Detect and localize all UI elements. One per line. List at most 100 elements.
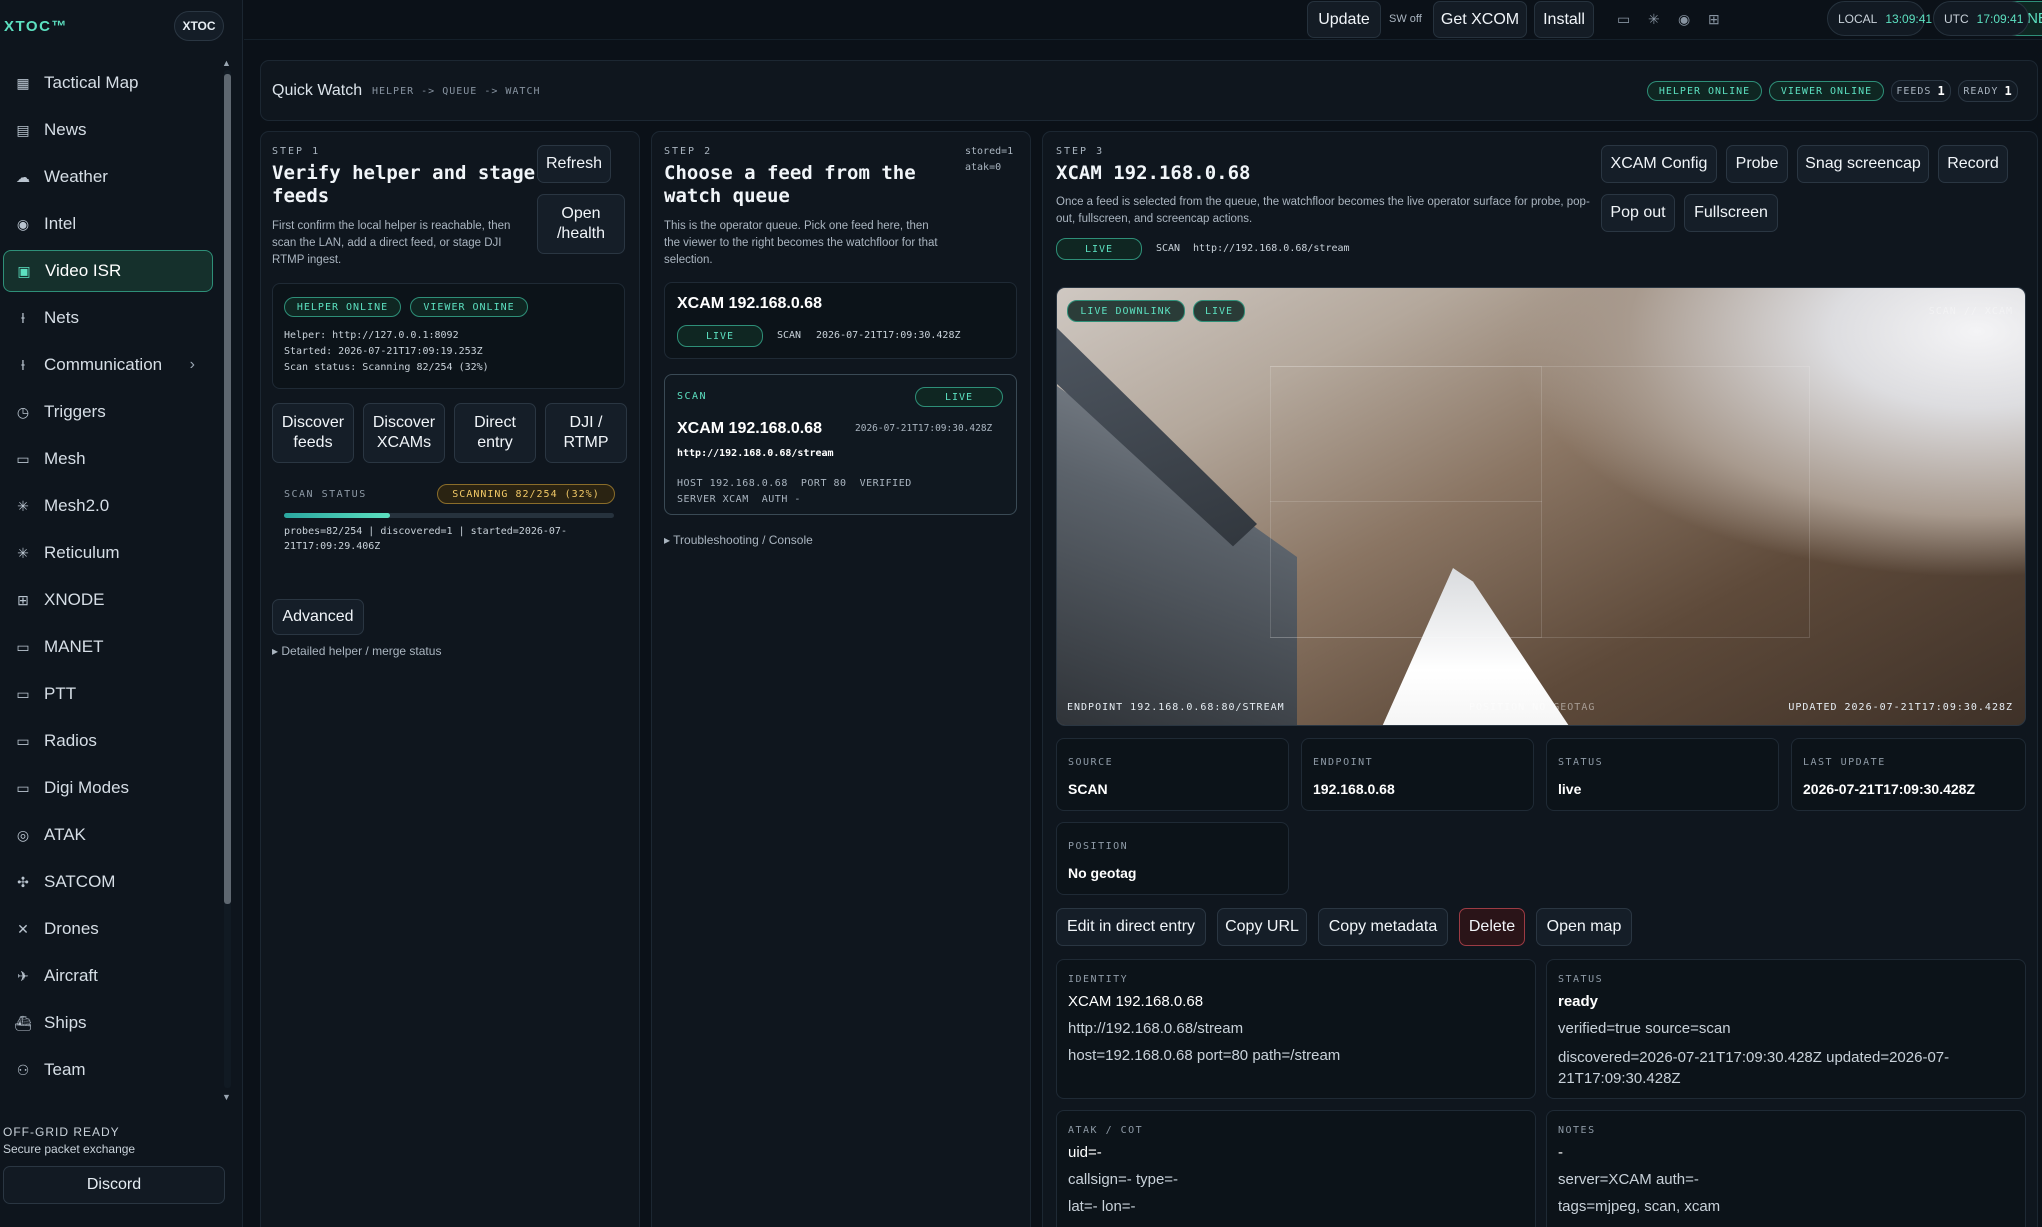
sidebar-item-drones[interactable]: ✕ Drones [3,908,213,950]
refresh-button[interactable]: Refresh [537,145,611,183]
feed-url: http://192.168.0.68/stream [1193,243,1350,254]
scan-status-label: SCAN STATUS [284,489,367,500]
sidebar-item-label: Mesh2.0 [44,496,110,515]
status-discovered: discovered=2026-07-21T17:09:30.428Z upda… [1558,1049,1950,1087]
direct-entry-button[interactable]: Direct entry [454,403,536,463]
probe-button[interactable]: Probe [1726,145,1788,183]
xcam-config-button[interactable]: XCAM Config [1601,145,1717,183]
sidebar-item-label: Ships [44,1013,87,1032]
identity-label: IDENTITY [1068,974,1129,985]
video-updated-label: UPDATED 2026-07-21T17:09:30.428Z [1788,702,2013,713]
local-clock-time: 13:09:41 [1885,11,1933,26]
position-stat: POSITION No geotag [1056,822,1289,895]
sidebar-scrollbar[interactable]: ▲ ▼ [221,58,233,1104]
helper-started: Started: 2026-07-21T17:09:19.253Z [284,346,483,357]
notes-server: server=XCAM auth=- [1558,1171,1699,1188]
sidebar-item-reticulum[interactable]: ✳ Reticulum [3,532,213,574]
chip-icon[interactable]: ⊞ [1708,11,1720,28]
get-xcom-button[interactable]: Get XCOM [1433,1,1527,38]
feed-card-live-badge: LIVE [915,387,1003,407]
scrollbar-thumb[interactable] [224,74,231,904]
sidebar-item-news[interactable]: ▤ News [3,109,213,151]
identity-panel: IDENTITY XCAM 192.168.0.68 http://192.16… [1056,959,1536,1099]
sidebar-item-radios[interactable]: ▭ Radios [3,720,213,762]
eye-icon[interactable]: ◉ [1678,11,1690,28]
sidebar-item-video-isr[interactable]: ▣ Video ISR [3,250,213,292]
asterisk-icon[interactable]: ✳ [1648,11,1660,28]
status-stat: STATUS live [1546,738,1779,811]
users-icon: ⚇ [16,1061,30,1078]
snag-screencap-button[interactable]: Snag screencap [1797,145,1929,183]
queue-summary[interactable]: XCAM 192.168.0.68 LIVE SCAN 2026-07-21T1… [664,282,1017,359]
feed-card[interactable]: SCAN LIVE XCAM 192.168.0.68 2026-07-21T1… [664,374,1017,515]
map-icon: ▦ [16,74,30,91]
sidebar-item-triggers[interactable]: ◷ Triggers [3,391,213,433]
copy-url-button[interactable]: Copy URL [1217,908,1307,946]
sidebar-item-mesh2-0[interactable]: ✳ Mesh2.0 [3,485,213,527]
atak-panel: ATAK / COT uid=- callsign=- type=- lat=-… [1056,1110,1536,1227]
update-button[interactable]: Update [1307,1,1381,38]
sidebar-item-label: Digi Modes [44,778,130,797]
sidebar-item-intel[interactable]: ◉ Intel [3,203,213,245]
sidebar-item-tactical-map[interactable]: ▦ Tactical Map [3,62,213,104]
sidebar-item-team[interactable]: ⚇ Team [3,1049,213,1091]
sidebar-item-atak[interactable]: ◎ ATAK [3,814,213,856]
atak-label: ATAK / COT [1068,1125,1144,1136]
open-map-button[interactable]: Open map [1536,908,1632,946]
helper-online-badge: HELPER ONLINE [1647,81,1762,101]
sidebar: XTOC™ XTOC ▦ Tactical Map ▤ News ☁ Weather ◉ In… [0,0,243,1227]
edit-direct-entry-button[interactable]: Edit in direct entry [1056,908,1206,946]
position-stat-value: No geotag [1068,865,1137,881]
sidebar-item-ships[interactable]: ⛴ Ships [3,1002,213,1044]
weather-icon: ☁ [16,168,30,185]
scroll-up-icon[interactable]: ▲ [222,58,231,68]
ship-icon: ⛴ [14,1014,32,1031]
sidebar-item-label: ATAK [44,825,86,844]
step2-heading: Choose a feed from the watch queue [664,162,916,207]
sidebar-item-label: Team [44,1060,86,1079]
delete-button[interactable]: Delete [1459,908,1525,946]
sidebar-item-weather[interactable]: ☁ Weather [3,156,213,198]
fullscreen-button[interactable]: Fullscreen [1684,194,1778,232]
brand-switch-button[interactable]: XTOC [174,11,224,41]
video-viewer[interactable]: LIVE DOWNLINK LIVE SCAN // XCAM ENDPOINT… [1056,287,2026,726]
scan-progress-fill [284,513,390,518]
step1-heading: Verify helper and stage feeds [272,162,536,207]
discover-feeds-button[interactable]: Discover feeds [272,403,354,463]
dji-rtmp-button[interactable]: DJI / RTMP [545,403,627,463]
sidebar-item-ptt[interactable]: ▭ PTT [3,673,213,715]
discord-button[interactable]: Discord [3,1166,225,1204]
sidebar-item-nets[interactable]: Ɨ Nets [3,297,213,339]
sidebar-item-manet[interactable]: ▭ MANET [3,626,213,668]
sidebar-item-mesh[interactable]: ▭ Mesh [3,438,213,480]
feed-card-title: XCAM 192.168.0.68 [677,420,822,437]
install-button[interactable]: Install [1534,1,1594,38]
radio-icon[interactable]: ▭ [1617,11,1630,28]
scroll-down-icon[interactable]: ▼ [222,1092,231,1102]
stored-count: stored=1 [965,146,1014,157]
offgrid-status-subtitle: Secure packet exchange [3,1142,136,1156]
copy-metadata-button[interactable]: Copy metadata [1318,908,1448,946]
sidebar-item-digi-modes[interactable]: ▭ Digi Modes [3,767,213,809]
sidebar-item-aircraft[interactable]: ✈ Aircraft [3,955,213,997]
step3-heading: XCAM 192.168.0.68 [1056,162,1251,184]
video-live-badge: LIVE [1193,300,1245,322]
camera-icon: ▣ [17,262,31,279]
satellite-icon: ✣ [17,873,29,890]
sidebar-item-satcom[interactable]: ✣ SATCOM [3,861,213,903]
feed-card-server: SERVER XCAM AUTH - [677,494,801,505]
atak-callsign: callsign=- type=- [1068,1171,1179,1188]
sidebar-item-xnode[interactable]: ⊞ XNODE [3,579,213,621]
radio-icon: ▭ [16,450,30,467]
advanced-button[interactable]: Advanced [272,599,364,635]
notes-tags: tags=mjpeg, scan, xcam [1558,1198,1721,1215]
open-health-button[interactable]: Open /health [537,194,625,254]
record-button[interactable]: Record [1938,145,2008,183]
troubleshooting-toggle[interactable]: ▸ Troubleshooting / Console [664,533,813,547]
discover-xcams-button[interactable]: Discover XCAMs [363,403,445,463]
pop-out-button[interactable]: Pop out [1601,194,1675,232]
sidebar-item-communication[interactable]: Ɨ Communication › [3,344,213,386]
helper-url: Helper: http://127.0.0.1:8092 [284,330,459,341]
scanning-badge: SCANNING 82/254 (32%) [437,484,615,504]
detailed-status-toggle[interactable]: ▸ Detailed helper / merge status [272,644,441,658]
